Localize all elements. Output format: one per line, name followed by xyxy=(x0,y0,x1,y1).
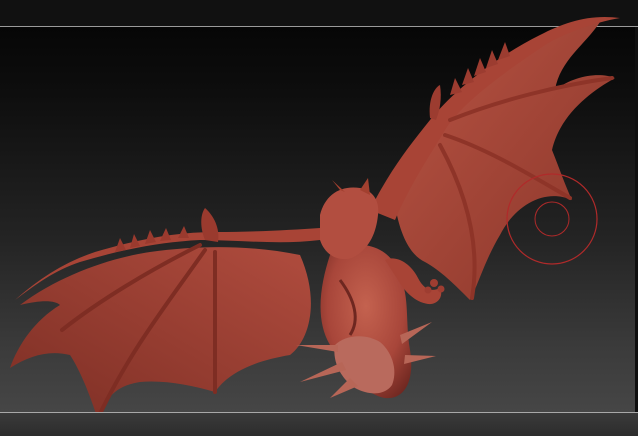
viewport-bottom-frame xyxy=(0,412,638,436)
brush-cursor-icon[interactable] xyxy=(505,172,599,266)
document-viewport[interactable] xyxy=(0,0,638,436)
left-wing-membrane xyxy=(10,247,311,420)
